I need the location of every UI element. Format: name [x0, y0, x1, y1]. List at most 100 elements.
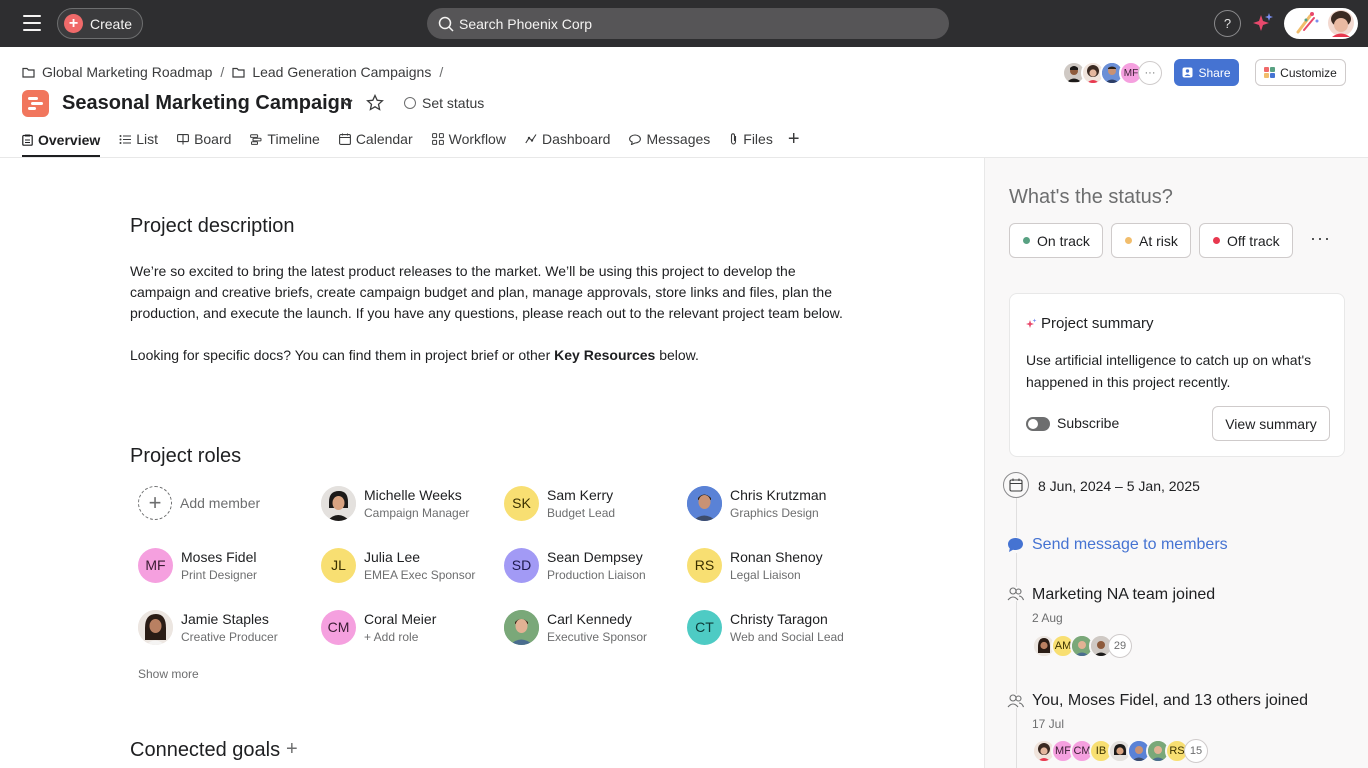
status-label: At risk	[1139, 232, 1178, 249]
calendar-icon	[338, 133, 351, 145]
share-people-icon	[1182, 67, 1193, 78]
tab-dashboard[interactable]: Dashboard	[525, 124, 610, 154]
customize-label: Customize	[1280, 65, 1337, 80]
project-tabs: Overview List Board Timeline Calendar Wo…	[22, 124, 800, 158]
breadcrumb-item-global-marketing-roadmap[interactable]: Global Marketing Roadmap	[22, 64, 212, 80]
breadcrumb-label: Lead Generation Campaigns	[252, 64, 432, 80]
menu-icon[interactable]	[23, 15, 41, 31]
project-icon[interactable]	[22, 90, 49, 117]
event-date: 17 Jul	[1032, 717, 1065, 731]
event-title: Marketing NA team joined	[1032, 586, 1216, 603]
role-title: Executive Sponsor	[547, 629, 648, 644]
tab-calendar[interactable]: Calendar	[338, 124, 413, 154]
add-tab-button[interactable]: +	[788, 124, 800, 154]
role-card[interactable]: SK Sam Kerry Budget Lead	[504, 485, 615, 521]
project-description-title: Project description	[130, 215, 295, 237]
profile-button[interactable]	[1284, 8, 1358, 39]
customize-button[interactable]: Customize	[1255, 59, 1346, 86]
add-member-button[interactable]: + Add member	[138, 485, 260, 521]
tab-board[interactable]: Board	[177, 124, 231, 154]
subscribe-toggle[interactable]	[1026, 417, 1050, 431]
paperclip-icon	[731, 133, 737, 145]
people-icon	[1007, 694, 1024, 708]
avatar: SD	[504, 547, 539, 583]
role-member-name: Sean Dempsey	[547, 548, 643, 565]
tab-workflow[interactable]: Workflow	[431, 124, 506, 154]
overview-icon	[22, 134, 33, 146]
event-avatars[interactable]: AM 29	[1032, 634, 1132, 658]
more-options-icon[interactable]: ···	[1310, 228, 1331, 249]
more-members-count: 29	[1108, 634, 1132, 658]
view-summary-button[interactable]: View summary	[1212, 406, 1330, 441]
show-more-button[interactable]: Show more	[138, 667, 199, 681]
event-avatars[interactable]: MF CM IB RS 15	[1032, 739, 1208, 763]
role-card[interactable]: MF Moses Fidel Print Designer	[138, 547, 257, 583]
off-track-button[interactable]: Off track	[1199, 223, 1293, 258]
tab-timeline[interactable]: Timeline	[250, 124, 320, 154]
role-title: Creative Producer	[181, 629, 278, 644]
project-description-text[interactable]: We’re so excited to bring the latest pro…	[130, 261, 860, 387]
add-role-link[interactable]: + Add role	[364, 630, 436, 644]
role-card[interactable]: SD Sean Dempsey Production Liaison	[504, 547, 646, 583]
header-member-avatars[interactable]: MF ···	[1062, 61, 1162, 85]
on-track-button[interactable]: On track	[1009, 223, 1103, 258]
role-card[interactable]: Carl Kennedy Executive Sponsor	[504, 609, 647, 645]
avatar	[504, 609, 539, 645]
add-member-plus-icon: +	[138, 486, 172, 520]
ai-sparkle-icon[interactable]	[1252, 12, 1274, 34]
role-card[interactable]: JL Julia Lee EMEA Exec Sponsor	[321, 547, 475, 583]
help-button[interactable]: ?	[1214, 10, 1241, 37]
at-risk-button[interactable]: At risk	[1111, 223, 1191, 258]
breadcrumb-separator: /	[220, 64, 225, 80]
avatar: RS	[687, 547, 722, 583]
role-card[interactable]: CM Coral Meier + Add role	[321, 609, 436, 645]
tab-files[interactable]: Files	[729, 124, 773, 154]
role-title: Budget Lead	[547, 505, 616, 520]
message-bubble-icon	[1007, 537, 1024, 553]
calendar-icon	[1003, 472, 1029, 498]
tab-label: List	[136, 131, 159, 147]
tab-label: Workflow	[448, 131, 506, 147]
status-label: Off track	[1227, 232, 1280, 249]
status-question: What's the status?	[1009, 186, 1173, 208]
breadcrumb-item-lead-generation-campaigns[interactable]: Lead Generation Campaigns	[232, 64, 431, 80]
role-card[interactable]: Michelle Weeks Campaign Manager	[321, 485, 469, 521]
more-members-icon[interactable]: ···	[1138, 61, 1162, 85]
timeline-icon	[250, 133, 262, 145]
role-card[interactable]: Chris Krutzman Graphics Design	[687, 485, 826, 521]
person-photo-icon	[138, 609, 173, 645]
role-member-name: Jamie Staples	[181, 610, 269, 627]
role-member-name: Chris Krutzman	[730, 486, 827, 503]
star-icon[interactable]	[366, 94, 384, 112]
status-dot-icon	[1125, 237, 1132, 244]
create-button[interactable]: + Create	[57, 8, 143, 39]
role-member-name: Sam Kerry	[547, 486, 614, 503]
status-dot-icon	[1023, 237, 1030, 244]
avatar	[687, 485, 722, 521]
project-roles-title: Project roles	[130, 445, 242, 467]
breadcrumb: Global Marketing Roadmap / Lead Generati…	[22, 64, 451, 80]
tab-messages[interactable]: Messages	[629, 124, 710, 154]
tab-overview[interactable]: Overview	[22, 124, 101, 157]
role-card[interactable]: RS Ronan Shenoy Legal Liaison	[687, 547, 823, 583]
tab-label: Board	[194, 131, 232, 147]
ai-sparkle-icon	[1026, 318, 1037, 328]
folder-icon	[232, 67, 245, 78]
role-title: Legal Liaison	[730, 567, 801, 582]
role-member-name: Coral Meier	[364, 610, 437, 627]
project-date-range[interactable]: 8 Jun, 2024 – 5 Jan, 2025	[1038, 478, 1200, 494]
role-member-name: Christy Taragon	[730, 610, 828, 627]
chevron-down-icon[interactable]	[340, 96, 354, 110]
tab-list[interactable]: List	[119, 124, 158, 154]
add-goal-button[interactable]: +	[286, 738, 298, 761]
role-card[interactable]: Jamie Staples Creative Producer	[138, 609, 278, 645]
role-card[interactable]: CT Christy Taragon Web and Social Lead	[687, 609, 844, 645]
set-status-button[interactable]: Set status	[404, 95, 484, 111]
role-member-name: Carl Kennedy	[547, 610, 632, 627]
summary-title-label: Project summary	[1041, 315, 1154, 332]
send-message-link[interactable]: Send message to members	[1007, 536, 1228, 554]
search-input[interactable]: Search Phoenix Corp	[427, 8, 949, 39]
page-title: Seasonal Marketing Campaign	[62, 92, 353, 114]
description-text: below.	[655, 347, 699, 363]
share-button[interactable]: Share	[1174, 59, 1239, 86]
